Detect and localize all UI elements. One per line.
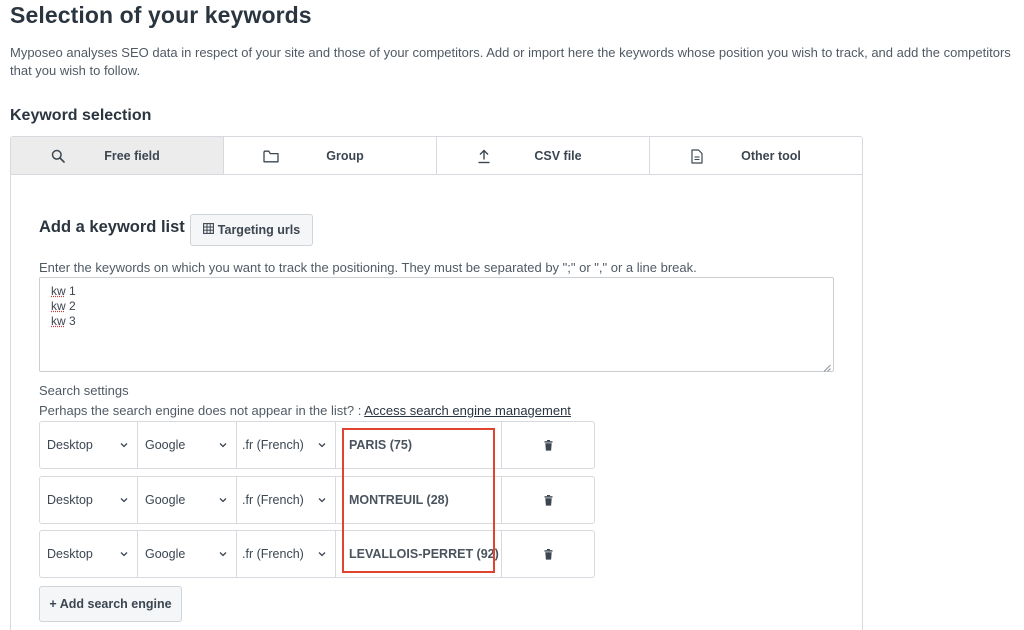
table-grid-icon	[202, 223, 214, 237]
engine-select[interactable]: Google	[138, 477, 237, 523]
search-settings-label: Search settings	[39, 383, 129, 398]
chevron-down-icon	[318, 443, 326, 448]
keyword-source-tabs: Free field Group CSV file Other tool	[10, 136, 863, 175]
engine-select[interactable]: Google	[138, 422, 237, 468]
tab-label: CSV file	[534, 149, 582, 163]
chevron-down-icon	[120, 498, 128, 503]
trash-icon	[544, 494, 552, 506]
search-engine-row: Desktop Google .fr (French) MONTREUIL (2…	[39, 476, 595, 524]
chevron-down-icon	[318, 552, 326, 557]
keyword-instructions: Enter the keywords on which you want to …	[39, 260, 697, 275]
tld-select[interactable]: .fr (French)	[237, 422, 336, 468]
chevron-down-icon	[219, 498, 227, 503]
engine-select[interactable]: Google	[138, 531, 237, 577]
keyword-line: kw 2	[51, 299, 76, 313]
page-description: Myposeo analyses SEO data in respect of …	[10, 45, 1011, 78]
chevron-down-icon	[120, 552, 128, 557]
add-search-engine-button[interactable]: + Add search engine	[39, 586, 182, 622]
chevron-down-icon	[219, 443, 227, 448]
location-input[interactable]: PARIS (75)	[336, 422, 502, 468]
trash-icon	[544, 439, 552, 451]
device-select[interactable]: Desktop	[40, 477, 138, 523]
chevron-down-icon	[120, 443, 128, 448]
resize-grip-icon[interactable]	[823, 361, 831, 372]
tld-select[interactable]: .fr (French)	[237, 531, 336, 577]
location-input[interactable]: MONTREUIL (28)	[336, 477, 502, 523]
delete-row-button[interactable]	[502, 531, 594, 577]
device-select[interactable]: Desktop	[40, 422, 138, 468]
tab-group[interactable]: Group	[224, 137, 437, 174]
tab-free-field[interactable]: Free field	[11, 137, 224, 174]
keyword-textarea[interactable]: kw 1 kw 2 kw 3	[39, 277, 834, 372]
targeting-urls-button[interactable]: Targeting urls	[190, 214, 313, 246]
delete-row-button[interactable]	[502, 422, 594, 468]
tld-select[interactable]: .fr (French)	[237, 477, 336, 523]
keyword-line: kw 3	[51, 314, 76, 328]
targeting-urls-label: Targeting urls	[217, 223, 301, 237]
device-select[interactable]: Desktop	[40, 531, 138, 577]
page-title: Selection of your keywords	[10, 2, 312, 28]
chevron-down-icon	[219, 552, 227, 557]
search-engine-row: Desktop Google .fr (French) PARIS (75)	[39, 421, 595, 469]
tab-label: Group	[326, 149, 364, 163]
tab-label: Other tool	[741, 149, 801, 163]
keyword-line: kw 1	[51, 284, 76, 298]
chevron-down-icon	[318, 498, 326, 503]
keyword-list-title: Add a keyword list	[39, 218, 185, 236]
section-title-keyword-selection: Keyword selection	[10, 107, 152, 124]
tab-csv-file[interactable]: CSV file	[437, 137, 650, 174]
access-engine-management-link[interactable]: Access search engine management	[364, 403, 571, 418]
tab-other-tool[interactable]: Other tool	[650, 137, 862, 174]
delete-row-button[interactable]	[502, 477, 594, 523]
location-input[interactable]: LEVALLOIS-PERRET (92)	[336, 531, 502, 577]
trash-icon	[544, 548, 552, 560]
tab-label: Free field	[104, 149, 160, 163]
engine-hint: Perhaps the search engine does not appea…	[39, 403, 571, 418]
search-engine-row: Desktop Google .fr (French) LEVALLOIS-PE…	[39, 530, 595, 578]
